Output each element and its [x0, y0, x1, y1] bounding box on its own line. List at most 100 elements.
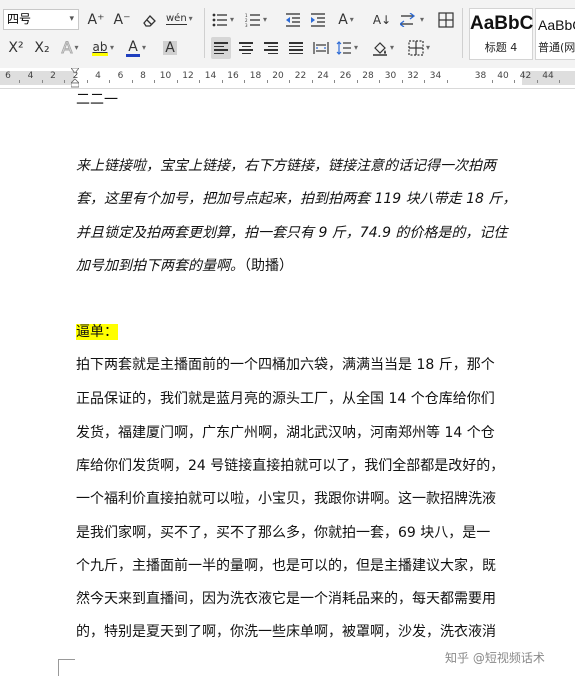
ruler-tick — [289, 80, 291, 83]
chevron-down-icon: ▾ — [354, 43, 359, 52]
superscript-button[interactable]: X² — [6, 37, 26, 59]
subscript-button[interactable]: X₂ — [32, 37, 52, 59]
justify-icon — [289, 42, 303, 54]
ruler-number: 6 — [117, 71, 124, 81]
justify-button[interactable] — [286, 37, 306, 59]
bullet-list-button[interactable]: ▾ — [212, 9, 234, 31]
ruler-tick — [401, 80, 403, 83]
ruler-number: 4 — [95, 71, 101, 81]
indent-marker-icon[interactable] — [71, 68, 79, 88]
ruler-number: 42 — [519, 71, 532, 81]
ruler-number: 30 — [384, 71, 397, 81]
ruler-tick — [19, 80, 21, 83]
highlight-button[interactable]: ab ▾ — [92, 37, 114, 59]
line-spacing-button[interactable]: ▾ — [336, 37, 358, 59]
ruler-number: 34 — [429, 71, 442, 81]
highlight-label: ab — [92, 39, 108, 54]
phonetic-icon: wén — [166, 12, 187, 25]
grow-font-icon: A⁺ — [87, 12, 105, 28]
ruler-tick — [86, 80, 88, 83]
char-shading-button[interactable]: A — [160, 37, 180, 59]
italic-line: 套，这里有个加号，把加号点起来，拍到拍两套 119 块八带走 18 斤， — [76, 191, 517, 207]
show-marks-button[interactable] — [436, 9, 456, 31]
ruler-number: 12 — [182, 71, 194, 81]
table-grid-icon — [438, 12, 454, 28]
chevron-down-icon: ▾ — [110, 43, 115, 52]
clear-format-button[interactable] — [140, 9, 160, 31]
ruler-tick — [154, 80, 156, 83]
ruler-tick — [131, 80, 133, 83]
font-color-button[interactable]: A ▾ — [126, 37, 146, 59]
distribute-button[interactable] — [311, 37, 331, 59]
align-center-button[interactable] — [236, 37, 256, 59]
ruler-tick — [244, 80, 246, 83]
phonetic-guide-button[interactable]: wén ▾ — [166, 8, 193, 30]
ribbon-toolbar: 四号 ▾ A⁺ A⁻ wén ▾ ▾ 1 2 3 ▾ A ▾ A↓ ▾ X² X… — [0, 0, 575, 69]
italic-last-line: 加号加到拍下两套的量啊。（助播） — [76, 255, 522, 275]
highlight-color-bar — [92, 52, 108, 56]
borders-icon — [408, 40, 424, 56]
ruler-tick — [491, 80, 493, 83]
section-heading: 逼单： — [76, 321, 522, 341]
ruler-tick — [64, 80, 66, 83]
horizontal-ruler[interactable]: 6 4 2 2 4 6 8 10 12 14 16 18 20 22 24 26 28 30 32 34 38 40 42 4… — [0, 68, 575, 89]
numbered-list-button[interactable]: 1 2 3 ▾ — [245, 9, 267, 31]
chinese-layout-icon: A — [338, 12, 348, 28]
line-spacing-toggle-button[interactable]: ▾ — [400, 9, 424, 31]
shrink-font-button[interactable]: A⁻ — [112, 9, 132, 31]
ruler-tick — [311, 80, 313, 83]
align-left-icon — [214, 42, 228, 54]
ruler-tick — [559, 80, 561, 83]
eraser-icon — [143, 15, 156, 27]
ruler-tick — [176, 80, 178, 83]
ruler-tick — [221, 80, 223, 83]
ruler-number: 18 — [249, 71, 262, 81]
text-effect-button[interactable]: A ▾ — [60, 37, 80, 59]
align-right-button[interactable] — [261, 37, 281, 59]
ruler-number: 44 — [542, 71, 554, 81]
chevron-down-icon: ▾ — [349, 15, 354, 24]
italic-line: 来上链接啦，宝宝上链接，右下方链接，链接注意的话记得一次拍两 — [76, 158, 496, 174]
borders-button[interactable]: ▾ — [408, 37, 430, 59]
style-heading-4[interactable]: AaBbC 标题 4 — [469, 8, 533, 60]
ribbon-separator — [462, 8, 463, 58]
highlight-icon: ab — [92, 41, 108, 56]
document-text-line: 二二一 — [76, 92, 118, 108]
page-margin-corner — [58, 659, 75, 676]
chevron-down-icon: ▾ — [420, 15, 425, 24]
chinese-layout-button[interactable]: A ▾ — [336, 9, 356, 31]
sort-button[interactable]: A↓ — [372, 9, 392, 31]
heading-highlighted-text: 逼单： — [76, 324, 118, 340]
style-normal-web[interactable]: AaBbC 普通(网 — [535, 8, 575, 60]
sort-icon: A↓ — [372, 13, 392, 27]
svg-text:3: 3 — [245, 23, 248, 27]
italic-line: 加号加到拍下两套的量啊。 — [76, 258, 244, 274]
font-size-value: 四号 — [7, 12, 32, 26]
body-line: 正品保证的，我们就是蓝月亮的源头工厂，从全国 14 个仓库给你们 — [76, 391, 495, 407]
paint-bucket-icon — [373, 42, 387, 56]
body-line: 库给你们发货啊，24 号链接直接拍就可以了，我们全部都是改好的， — [76, 458, 505, 474]
align-left-button[interactable] — [211, 37, 231, 59]
numbered-list-icon: 123 — [245, 13, 260, 27]
document-page[interactable]: 二二一 来上链接啦，宝宝上链接，右下方链接，链接注意的话记得一次拍两 套，这里有… — [0, 89, 575, 686]
grow-font-button[interactable]: A⁺ — [86, 9, 106, 31]
ruler-tick — [536, 80, 538, 83]
increase-indent-button[interactable] — [308, 9, 328, 31]
style-name: 普通(网 — [538, 41, 575, 54]
ruler-number: 6 — [5, 71, 11, 81]
style-name: 标题 4 — [484, 41, 518, 54]
char-shading-icon: A — [163, 40, 177, 56]
font-color-icon: A — [126, 40, 140, 57]
ruler-tick — [199, 80, 201, 83]
chevron-down-icon: ▾ — [142, 43, 147, 52]
bullet-list-icon — [212, 13, 227, 27]
body-line: 个九斤，主播面前一半的量啊，也是可以的，但是主播建议大家，既 — [76, 558, 496, 574]
decrease-indent-button[interactable] — [283, 9, 303, 31]
font-size-select[interactable]: 四号 ▾ — [3, 9, 79, 30]
line-spacing-icon — [336, 41, 351, 55]
ruler-number: 2 — [50, 71, 56, 81]
shrink-font-icon: A⁻ — [113, 12, 131, 28]
paragraph-shading-button[interactable]: ▾ — [372, 37, 394, 59]
superscript-icon: X² — [8, 40, 24, 56]
chevron-down-icon: ▾ — [74, 43, 79, 52]
